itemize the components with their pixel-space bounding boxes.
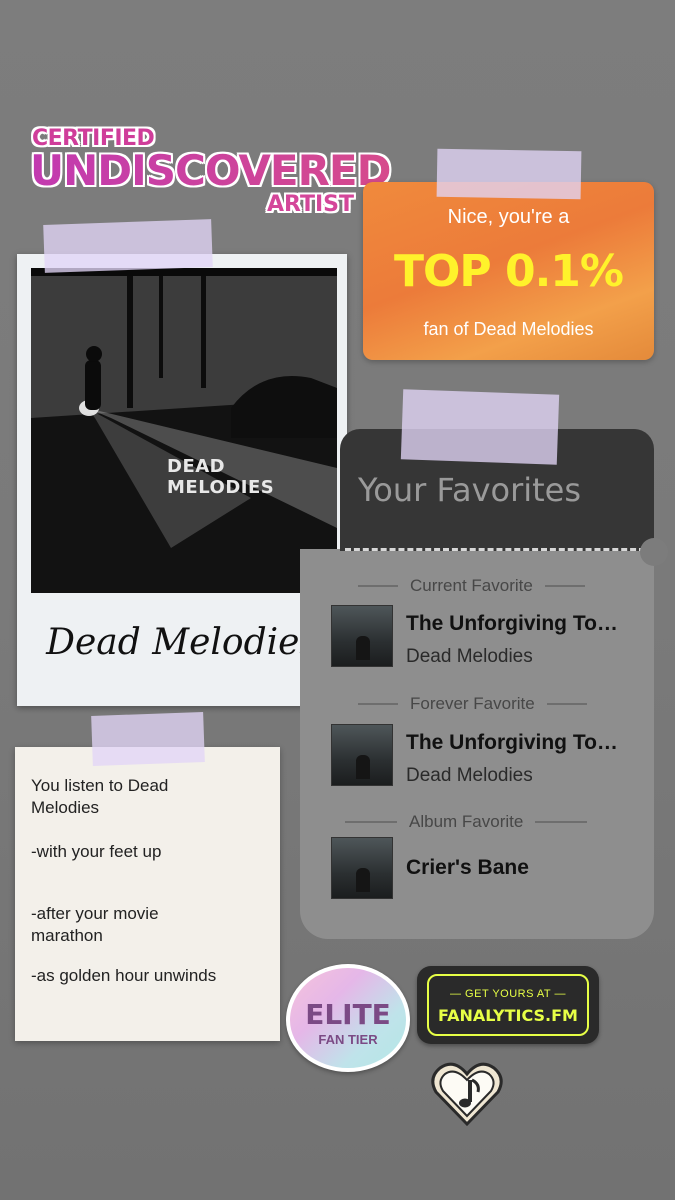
elite-fan-badge: ELITE FAN TIER: [286, 964, 410, 1072]
album-photo: DEAD MELODIES: [31, 268, 337, 593]
certified-sticker: CERTIFIED UNDISCOVERED ARTIST: [28, 122, 391, 222]
cta-url: FANALYTICS.FM: [438, 1006, 578, 1025]
song-artist: Dead Melodies: [406, 765, 533, 786]
ticket-perforation: [345, 548, 645, 551]
music-note-heart-icon: [430, 1056, 504, 1128]
song-title: The Unforgiving To…: [406, 612, 618, 635]
polaroid-caption: Dead Melodies: [46, 622, 318, 663]
tape-strip: [436, 148, 582, 200]
note-intro: You listen to Dead Melodies: [31, 776, 169, 817]
section-label-forever: Forever Favorite: [358, 693, 587, 715]
section-label-text: Album Favorite: [409, 812, 524, 831]
fanalytics-link-button[interactable]: — GET YOURS AT — FANALYTICS.FM: [417, 966, 599, 1044]
divider-line: [358, 585, 398, 587]
song-title: The Unforgiving To…: [406, 731, 618, 754]
section-label-album: Album Favorite: [345, 811, 588, 833]
divider-line: [358, 703, 398, 705]
divider-line: [345, 821, 397, 823]
undiscovered-label: UNDISCOVERED: [30, 146, 391, 195]
song-artist: Dead Melodies: [406, 646, 533, 667]
album-art-thumbnail: [331, 837, 393, 899]
top-card-percentage: TOP 0.1%: [393, 246, 624, 297]
album-title: Crier's Bane: [406, 856, 529, 879]
favorites-title: Your Favorites: [358, 471, 582, 509]
album-art-thumbnail: [331, 605, 393, 667]
tape-strip: [400, 389, 560, 465]
fanalytics-button-frame: — GET YOURS AT — FANALYTICS.FM: [427, 974, 589, 1036]
listening-note: You listen to Dead Melodies -with your f…: [15, 747, 280, 1041]
top-card-intro: Nice, you're a: [447, 206, 570, 228]
divider-line: [546, 703, 587, 705]
note-item: -as golden hour unwinds: [31, 966, 217, 985]
section-label-text: Current Favorite: [410, 576, 533, 595]
note-item: -after your movie marathon: [31, 904, 159, 945]
ticket-notch: [640, 538, 668, 566]
album-art-thumbnail: [331, 724, 393, 786]
photo-scene: [31, 268, 337, 593]
section-label-text: Forever Favorite: [410, 694, 535, 713]
top-fan-card: Nice, you're a TOP 0.1% fan of Dead Melo…: [363, 182, 654, 360]
cta-small-text: — GET YOURS AT —: [450, 988, 566, 1000]
photo-band-name: DEAD MELODIES: [167, 456, 275, 498]
tape-strip: [91, 712, 205, 766]
section-label-current: Current Favorite: [358, 575, 585, 597]
divider-line: [535, 821, 588, 823]
top-card-artist: fan of Dead Melodies: [423, 319, 594, 339]
divider-line: [544, 585, 585, 587]
badge-title: ELITE: [305, 998, 391, 1031]
artist-label: ARTIST: [266, 192, 354, 217]
tape-strip: [43, 219, 213, 273]
note-item: -with your feet up: [31, 842, 162, 861]
polaroid-card: DEAD MELODIES Dead Melodies: [17, 254, 347, 706]
badge-subtitle: FAN TIER: [318, 1032, 378, 1047]
